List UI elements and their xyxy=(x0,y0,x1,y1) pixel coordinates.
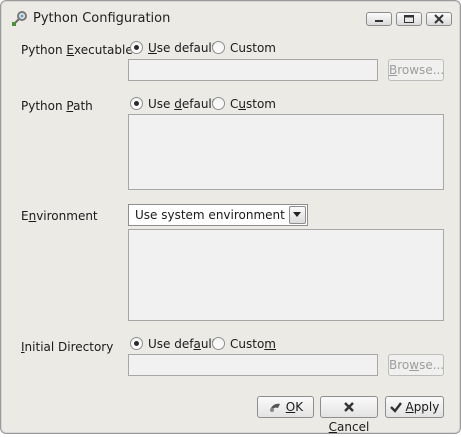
initial-directory-label: Initial Directory xyxy=(21,340,114,354)
environment-label: Environment xyxy=(21,209,98,223)
exec-custom-radio[interactable] xyxy=(212,41,225,54)
exec-use-default-label[interactable]: Use default xyxy=(148,41,216,55)
window-title: Python Configuration xyxy=(33,11,171,26)
title-bar[interactable]: Python Configuration xyxy=(2,2,459,32)
apply-button[interactable]: Apply xyxy=(385,396,444,418)
cancel-icon xyxy=(344,402,354,412)
python-path-label: Python Path xyxy=(21,99,93,113)
environment-select[interactable]: Use system environment xyxy=(128,204,308,226)
close-icon xyxy=(434,14,444,24)
dir-use-default-radio[interactable] xyxy=(130,337,143,350)
python-executable-label: Python Executable xyxy=(21,43,133,57)
maximize-button[interactable] xyxy=(396,12,422,26)
environment-textarea[interactable] xyxy=(128,229,444,321)
ok-icon xyxy=(269,403,280,412)
python-executable-field[interactable] xyxy=(128,59,378,81)
chevron-down-icon[interactable] xyxy=(289,206,306,224)
path-use-default-radio[interactable] xyxy=(130,97,143,110)
exec-custom-label[interactable]: Custom xyxy=(230,41,276,55)
python-configuration-dialog: Python Configuration Python Executable U… xyxy=(0,0,461,434)
exec-browse-button[interactable]: Browse... xyxy=(388,59,444,81)
initial-directory-field[interactable] xyxy=(128,354,378,376)
dir-use-default-label[interactable]: Use default xyxy=(148,337,216,351)
minimize-icon xyxy=(375,20,383,22)
environment-select-value: Use system environment xyxy=(135,208,285,222)
ok-button[interactable]: OK xyxy=(257,396,314,418)
dir-browse-button[interactable]: Browse... xyxy=(388,354,444,376)
dir-custom-label[interactable]: Custom xyxy=(230,337,276,351)
path-use-default-label[interactable]: Use default xyxy=(148,97,216,111)
cancel-button[interactable]: Cancel xyxy=(320,396,378,434)
exec-use-default-radio[interactable] xyxy=(130,41,143,54)
checkmark-icon xyxy=(389,402,402,413)
path-custom-radio[interactable] xyxy=(212,97,225,110)
minimize-button[interactable] xyxy=(366,12,392,26)
python-config-icon xyxy=(10,10,28,28)
dir-custom-radio[interactable] xyxy=(212,337,225,350)
close-button[interactable] xyxy=(426,12,452,26)
maximize-icon xyxy=(404,15,414,23)
python-path-textarea[interactable] xyxy=(128,114,444,190)
path-custom-label[interactable]: Custom xyxy=(230,97,276,111)
